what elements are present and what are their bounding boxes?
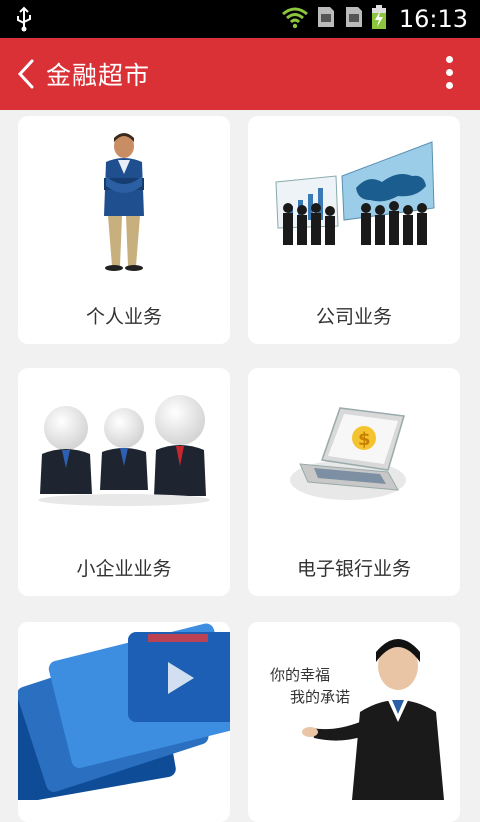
sd-card-icon-2 [343,5,365,33]
laptop-dollar-illustration: $ [290,407,406,500]
card-customer-service[interactable]: 你的幸福 我的承诺 [248,622,460,822]
svg-text:$: $ [358,429,371,450]
service-lady-image: 你的幸福 我的承诺 [248,622,460,800]
service-grid: 个人业务 公司业务 小企业业务 $ 电子银行业务 你的幸福 我的承诺 [0,110,480,822]
status-time: 16:13 [398,5,468,33]
battery-charging-icon [371,4,387,34]
app-bar: 金融超市 [0,38,480,110]
wifi-icon [281,5,309,33]
usb-icon [14,6,34,36]
card-label: 公司业务 [315,306,392,328]
card-label: 个人业务 [85,306,162,328]
3d-people-team-illustration [38,395,210,506]
card-small-business[interactable]: 小企业业务 [18,368,230,596]
back-arrow-icon[interactable] [14,58,38,90]
sd-card-icon [315,5,337,33]
slogan-line-2: 我的承诺 [290,688,350,706]
slogan-line-1: 你的幸福 [270,666,330,684]
card-ebanking-business[interactable]: $ 电子银行业务 [248,368,460,596]
card-corporate-business[interactable]: 公司业务 [248,116,460,344]
card-label: 电子银行业务 [296,558,411,580]
card-personal-business[interactable]: 个人业务 [18,116,230,344]
credit-cards-image [18,622,230,800]
page-title: 金融超市 [46,61,151,90]
status-bar: 16:13 [0,0,480,38]
business-meeting-illustration [275,141,435,245]
card-credit-cards[interactable] [18,622,230,822]
overflow-menu-icon[interactable] [446,56,454,92]
businessman-illustration [104,133,144,271]
card-label: 小企业业务 [76,558,172,580]
